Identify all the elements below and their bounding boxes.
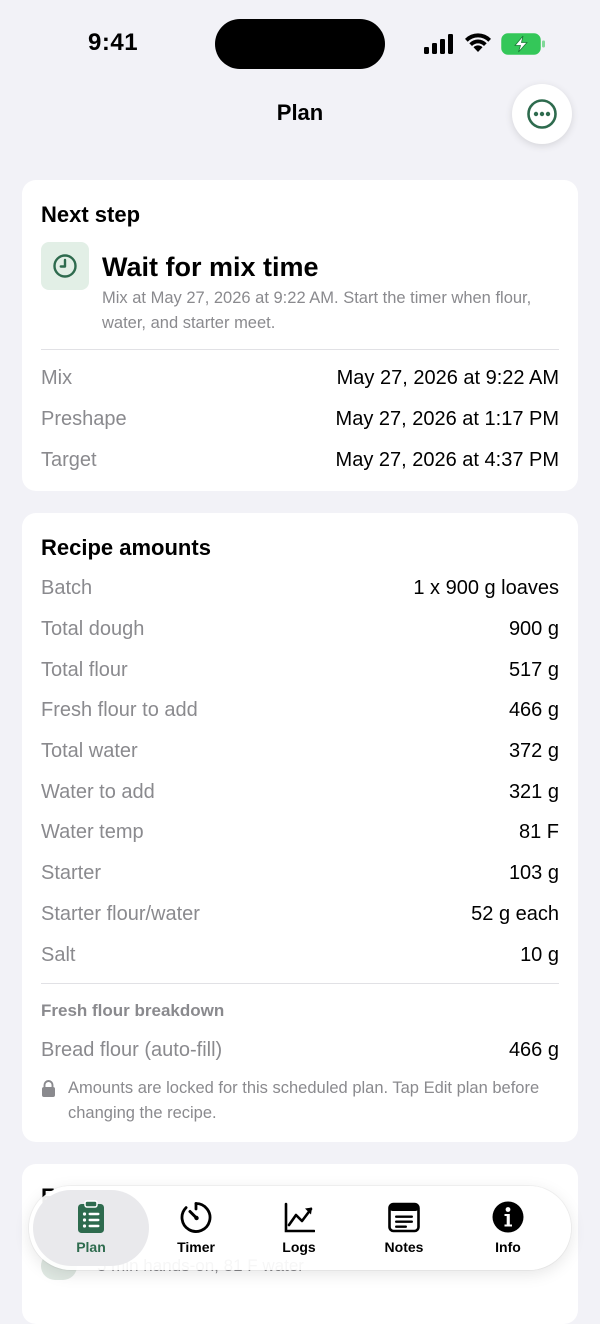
row-value: 1 x 900 g loaves xyxy=(413,577,559,599)
tab-info[interactable]: Info xyxy=(456,1186,560,1270)
row-label: Water temp xyxy=(41,821,144,843)
row-value: 517 g xyxy=(508,659,559,681)
row-value: 466 g xyxy=(508,1039,559,1061)
ellipsis-circle-icon xyxy=(527,99,557,129)
row-value: 466 g xyxy=(508,699,559,721)
step-icon-tile xyxy=(41,242,89,290)
row-value: 52 g each xyxy=(471,903,559,925)
tab-logs[interactable]: Logs xyxy=(247,1186,351,1270)
recipe-amounts-card: Recipe amounts Batch 1 x 900 g loaves To… xyxy=(22,513,578,1142)
tab-label: Notes xyxy=(384,1239,424,1255)
page-title: Plan xyxy=(276,100,324,125)
recipe-row-total-flour: Total flour 517 g xyxy=(41,657,559,687)
row-label: Fresh flour to add xyxy=(41,699,198,721)
row-label: Total dough xyxy=(41,618,145,640)
row-label: Salt xyxy=(41,944,76,966)
lock-icon xyxy=(42,1080,55,1097)
row-value: 81 F xyxy=(518,821,559,843)
divider xyxy=(41,349,559,350)
row-value: 321 g xyxy=(508,781,559,803)
row-label: Starter flour/water xyxy=(41,903,200,925)
schedule-row-target: Target May 27, 2026 at 4:37 PM xyxy=(41,447,559,477)
row-value: 900 g xyxy=(508,618,559,640)
tab-notes[interactable]: Notes xyxy=(352,1186,456,1270)
clock-icon xyxy=(53,254,77,278)
row-value: May 27, 2026 at 1:17 PM xyxy=(335,408,559,430)
recipe-row-water-temp: Water temp 81 F xyxy=(41,819,559,849)
chart-line-icon xyxy=(284,1202,315,1233)
locked-note-text: Amounts are locked for this scheduled pl… xyxy=(68,1079,540,1122)
row-value: 10 g xyxy=(520,944,559,966)
step-description: Mix at May 27, 2026 at 9:22 AM. Start th… xyxy=(102,289,532,332)
recipe-row-total-water: Total water 372 g xyxy=(41,738,559,768)
row-label: Water to add xyxy=(41,781,155,803)
row-value: May 27, 2026 at 9:22 AM xyxy=(336,367,559,389)
cellular-signal-icon xyxy=(424,34,453,54)
tab-timer[interactable]: Timer xyxy=(144,1186,248,1270)
row-label: Total water xyxy=(41,740,138,762)
notes-icon xyxy=(388,1202,420,1233)
recipe-row-batch: Batch 1 x 900 g loaves xyxy=(41,575,559,605)
row-label: Total flour xyxy=(41,659,128,681)
wifi-icon xyxy=(465,33,491,52)
tab-bar: Plan Timer Logs Notes Info xyxy=(29,1186,571,1270)
tab-label: Timer xyxy=(177,1239,215,1255)
row-label: Target xyxy=(41,449,97,471)
recipe-row-total-dough: Total dough 900 g xyxy=(41,616,559,646)
row-label: Starter xyxy=(41,862,102,884)
battery-charging-icon xyxy=(501,33,545,55)
breakdown-heading: Fresh flour breakdown xyxy=(41,1001,225,1020)
recipe-heading: Recipe amounts xyxy=(41,535,211,560)
next-step-heading: Next step xyxy=(41,202,141,227)
row-label: Bread flour (auto-fill) xyxy=(41,1039,223,1061)
tab-plan[interactable]: Plan xyxy=(39,1186,143,1270)
info-circle-icon xyxy=(492,1201,524,1233)
recipe-row-fresh-flour: Fresh flour to add 466 g xyxy=(41,697,559,727)
status-time: 9:41 xyxy=(88,29,139,56)
tab-label: Info xyxy=(495,1239,521,1255)
tab-label: Plan xyxy=(76,1239,106,1255)
recipe-row-starter-flour-water: Starter flour/water 52 g each xyxy=(41,901,559,931)
row-label: Preshape xyxy=(41,408,127,430)
tab-label: Logs xyxy=(282,1239,316,1255)
recipe-row-water-to-add: Water to add 321 g xyxy=(41,779,559,809)
divider xyxy=(41,983,559,984)
clipboard-list-icon xyxy=(78,1200,104,1233)
more-options-button[interactable] xyxy=(512,84,572,144)
breakdown-row-bread-flour: Bread flour (auto-fill) 466 g xyxy=(41,1037,559,1067)
status-bar: 9:41 xyxy=(0,0,600,90)
timer-icon xyxy=(180,1202,212,1233)
step-title: Wait for mix time xyxy=(102,252,319,282)
dynamic-island xyxy=(215,19,385,69)
row-value: 103 g xyxy=(508,862,559,884)
next-step-card: Next step Wait for mix time Mix at May 2… xyxy=(22,180,578,491)
row-value: May 27, 2026 at 4:37 PM xyxy=(335,449,559,471)
row-label: Batch xyxy=(41,577,93,599)
schedule-row-mix: Mix May 27, 2026 at 9:22 AM xyxy=(41,365,559,395)
row-label: Mix xyxy=(41,367,73,389)
recipe-row-salt: Salt 10 g xyxy=(41,942,559,972)
recipe-row-starter: Starter 103 g xyxy=(41,860,559,890)
schedule-row-preshape: Preshape May 27, 2026 at 1:17 PM xyxy=(41,406,559,436)
row-value: 372 g xyxy=(508,740,559,762)
